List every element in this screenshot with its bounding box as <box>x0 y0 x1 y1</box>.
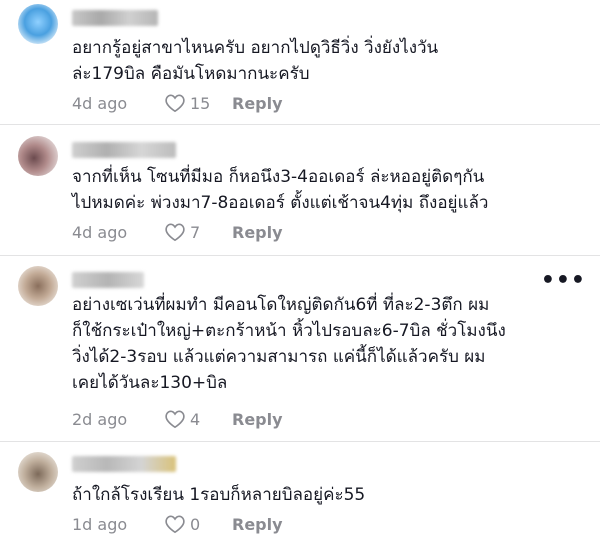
reply-button[interactable]: Reply <box>232 94 283 113</box>
heart-icon <box>165 223 185 242</box>
like-button[interactable]: 7 <box>164 222 232 242</box>
comment-meta: 4d ago 15 Reply <box>72 92 283 114</box>
comment-text: อย่างเซเว่นที่ผมทำ มีคอนโดใหญ่ติดกัน6ที่… <box>72 292 572 396</box>
comment-time: 4d ago <box>72 93 128 113</box>
divider <box>0 124 600 125</box>
comment-time: 2d ago <box>72 409 128 429</box>
comment-meta: 1d ago 0 Reply <box>72 513 283 535</box>
heart-icon <box>165 94 185 113</box>
comment-text-line: อยากรู้อยู่สาขาไหนครับ อยากไปดูวิธีวิ่ง … <box>72 38 439 58</box>
avatar[interactable] <box>18 136 58 176</box>
reply-button[interactable]: Reply <box>232 410 283 429</box>
avatar[interactable] <box>18 266 58 306</box>
divider <box>0 441 600 442</box>
like-count: 15 <box>190 93 211 113</box>
comment-text-line: อย่างเซเว่นที่ผมทำ มีคอนโดใหญ่ติดกัน6ที่… <box>72 295 490 315</box>
comment-text-line: วิ่งได้2-3รอบ แล้วแต่ความสามารถ แค่นี้ก็… <box>72 347 486 367</box>
username[interactable] <box>72 456 176 472</box>
comment-text-line: ไปหมดค่ะ พ่วงมา7-8ออเดอร์ ตั้งแต่เช้าจน4… <box>72 193 489 213</box>
divider <box>0 255 600 256</box>
comment-text-line: ก็ใช้กระเป๋าใหญ่+ตะกร้าหน้า หิ้วไปรอบละ6… <box>72 321 506 341</box>
reply-button[interactable]: Reply <box>232 223 283 242</box>
like-button[interactable]: 15 <box>164 93 232 113</box>
reply-button[interactable]: Reply <box>232 515 283 534</box>
username[interactable] <box>72 10 158 26</box>
like-button[interactable]: 0 <box>164 514 232 534</box>
username[interactable] <box>72 142 176 158</box>
comment-text-line: ถ้าใกล้โรงเรียน 1รอบก็หลายบิลอยู่ค่ะ55 <box>72 485 366 505</box>
comment-time: 4d ago <box>72 222 128 242</box>
like-button[interactable]: 4 <box>164 409 232 429</box>
avatar[interactable] <box>18 452 58 492</box>
like-count: 4 <box>190 409 201 429</box>
like-count: 0 <box>190 514 201 534</box>
comment-text: จากที่เห็น โซนที่มีมอ ก็หอนึง3-4ออเดอร์ … <box>72 164 572 216</box>
avatar[interactable] <box>18 4 58 44</box>
username[interactable] <box>72 272 144 288</box>
heart-icon <box>165 410 185 429</box>
like-count: 7 <box>190 222 201 242</box>
more-options-button[interactable]: ••• <box>541 268 586 293</box>
heart-icon <box>165 515 185 534</box>
comment-text: อยากรู้อยู่สาขาไหนครับ อยากไปดูวิธีวิ่ง … <box>72 35 572 87</box>
comment-text-line: ล่ะ179บิล คือมันโหดมากนะครับ <box>72 64 310 84</box>
comment-text-line: จากที่เห็น โซนที่มีมอ ก็หอนึง3-4ออเดอร์ … <box>72 167 485 187</box>
comment-text-line: เคยได้วันละ130+บิล <box>72 373 228 393</box>
comment-time: 1d ago <box>72 514 128 534</box>
comment-meta: 4d ago 7 Reply <box>72 221 283 243</box>
comment-text: ถ้าใกล้โรงเรียน 1รอบก็หลายบิลอยู่ค่ะ55 <box>72 482 572 508</box>
comment-meta: 2d ago 4 Reply <box>72 408 283 430</box>
